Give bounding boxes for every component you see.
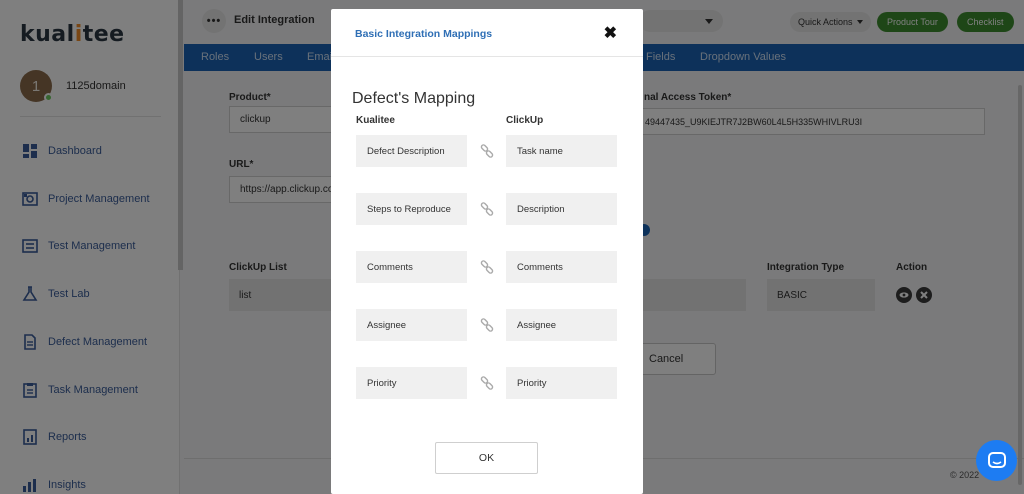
kualitee-field: Assignee [356,309,467,341]
clickup-field: Assignee [506,309,617,341]
kualitee-field: Comments [356,251,467,283]
link-icon [480,318,494,332]
chat-icon [987,451,1006,468]
kualitee-field: Priority [356,367,467,399]
kualitee-field: Steps to Reproduce [356,193,467,225]
clickup-field: Priority [506,367,617,399]
ok-button[interactable]: OK [435,442,538,474]
clickup-column-header: ClickUp [506,115,544,126]
link-icon [480,144,494,158]
clickup-field: Task name [506,135,617,167]
close-icon[interactable]: ✖ [604,23,617,43]
chat-launcher-button[interactable] [976,440,1017,481]
modal-title: Basic Integration Mappings [355,28,493,40]
clickup-field: Description [506,193,617,225]
integration-mappings-modal: Basic Integration Mappings ✖ Defect's Ma… [331,9,643,494]
link-icon [480,376,494,390]
mapping-title: Defect's Mapping [352,90,476,107]
modal-header: Basic Integration Mappings ✖ [331,9,643,57]
ok-button-label: OK [478,452,495,464]
kualitee-field: Defect Description [356,135,467,167]
clickup-field: Comments [506,251,617,283]
kualitee-column-header: Kualitee [356,115,395,126]
link-icon [480,260,494,274]
link-icon [480,202,494,216]
